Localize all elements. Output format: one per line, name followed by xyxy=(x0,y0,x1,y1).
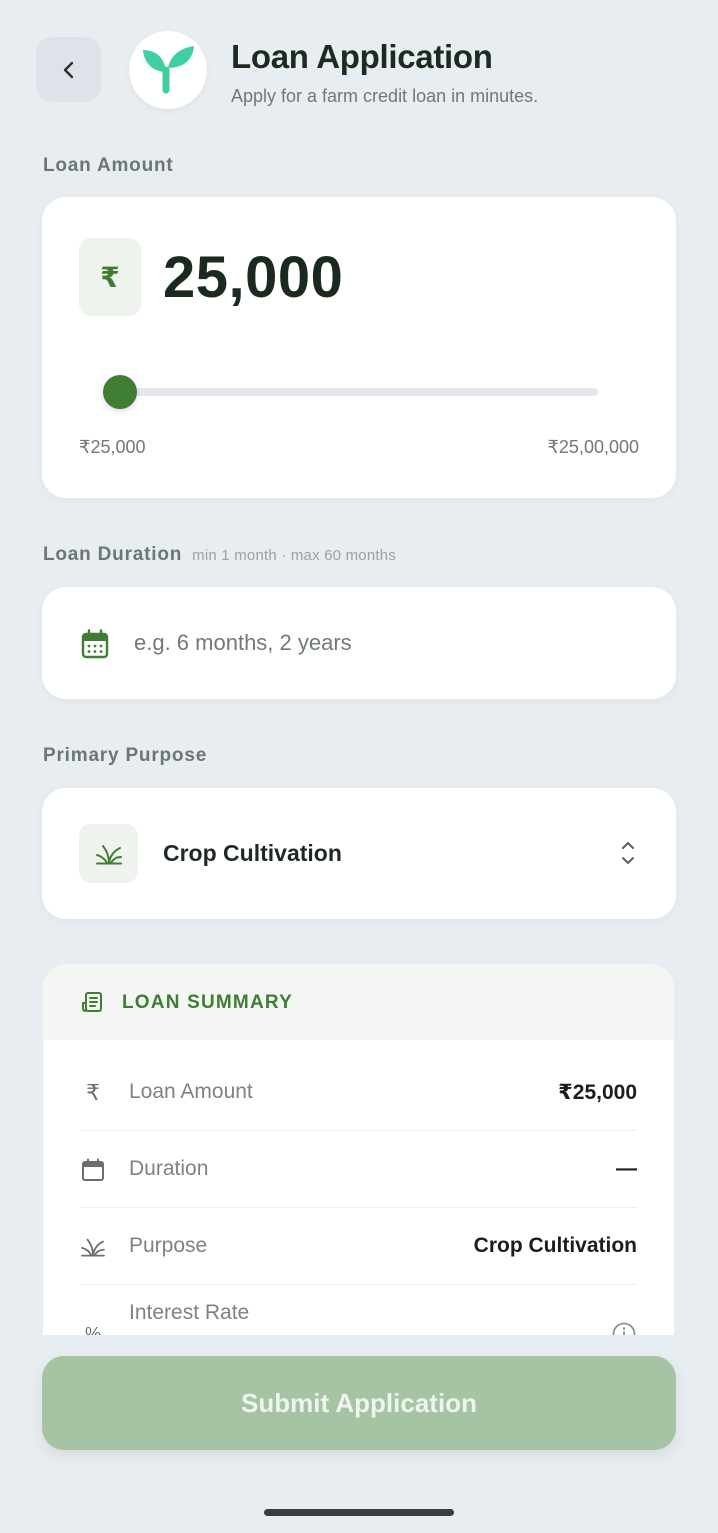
page-subtitle: Apply for a farm credit loan in minutes. xyxy=(231,86,539,106)
calendar-icon xyxy=(81,629,109,659)
loan-duration-label-text: Loan Duration xyxy=(43,544,183,565)
app-logo xyxy=(129,31,207,109)
summary-row-value: Crop Cultivation xyxy=(473,1234,637,1257)
loan-summary-card: LOAN SUMMARY ₹ Loan Amount ₹25,000 Durat… xyxy=(43,964,674,1335)
loan-amount-value[interactable]: 25,000 xyxy=(163,244,343,311)
rupee-icon: ₹ xyxy=(79,238,141,316)
primary-purpose-label: Primary Purpose xyxy=(43,745,208,766)
purpose-icon-box xyxy=(79,824,138,883)
back-button[interactable] xyxy=(36,37,101,102)
sprout-icon xyxy=(80,1234,106,1260)
info-icon[interactable] xyxy=(611,1321,637,1335)
summary-row-purpose: Purpose Crop Cultivation xyxy=(80,1208,637,1285)
chevron-left-icon xyxy=(63,61,73,78)
loan-duration-hint: min 1 month · max 60 months xyxy=(192,547,396,564)
percent-icon: % xyxy=(84,1323,101,1336)
calendar-icon xyxy=(80,1157,106,1183)
rupee-icon: ₹ xyxy=(86,1080,100,1105)
loan-summary-header: LOAN SUMMARY xyxy=(43,964,674,1040)
loan-duration-label: Loan Duration min 1 month · max 60 months xyxy=(43,544,396,566)
summary-row-duration: Duration — xyxy=(80,1131,637,1208)
sprout-icon xyxy=(95,844,122,864)
loan-duration-input[interactable] xyxy=(134,615,634,671)
submit-application-button[interactable]: Submit Application xyxy=(42,1356,676,1450)
summary-row-loan-amount: ₹ Loan Amount ₹25,000 xyxy=(80,1054,637,1131)
summary-row-value: — xyxy=(616,1157,637,1180)
page-title: Loan Application xyxy=(231,38,493,75)
slider-max-label: ₹25,00,000 xyxy=(547,437,639,457)
home-indicator[interactable] xyxy=(264,1509,454,1516)
sprout-logo-icon xyxy=(143,46,194,94)
loan-amount-slider-thumb[interactable] xyxy=(103,375,137,409)
summary-row-label: Purpose xyxy=(129,1234,208,1257)
summary-row-interest-rate: % Interest Rate xyxy=(80,1285,637,1335)
loan-amount-slider-track[interactable] xyxy=(120,388,598,396)
receipt-icon xyxy=(82,992,102,1012)
loan-duration-card xyxy=(42,587,676,699)
summary-row-value: ₹25,000 xyxy=(558,1081,637,1104)
chevron-up-down-icon xyxy=(622,842,634,864)
summary-row-label: Duration xyxy=(129,1157,209,1180)
primary-purpose-value: Crop Cultivation xyxy=(163,840,342,866)
primary-purpose-select[interactable]: Crop Cultivation xyxy=(42,788,676,919)
summary-row-label: Interest Rate xyxy=(129,1301,250,1324)
loan-amount-label: Loan Amount xyxy=(43,155,174,176)
loan-summary-title: LOAN SUMMARY xyxy=(122,992,293,1013)
slider-min-label: ₹25,000 xyxy=(79,437,146,457)
app-header: Loan Application Apply for a farm credit… xyxy=(0,0,718,140)
summary-row-label: Loan Amount xyxy=(129,1080,253,1103)
loan-amount-card: ₹ 25,000 ₹25,000 ₹25,00,000 xyxy=(42,197,676,498)
